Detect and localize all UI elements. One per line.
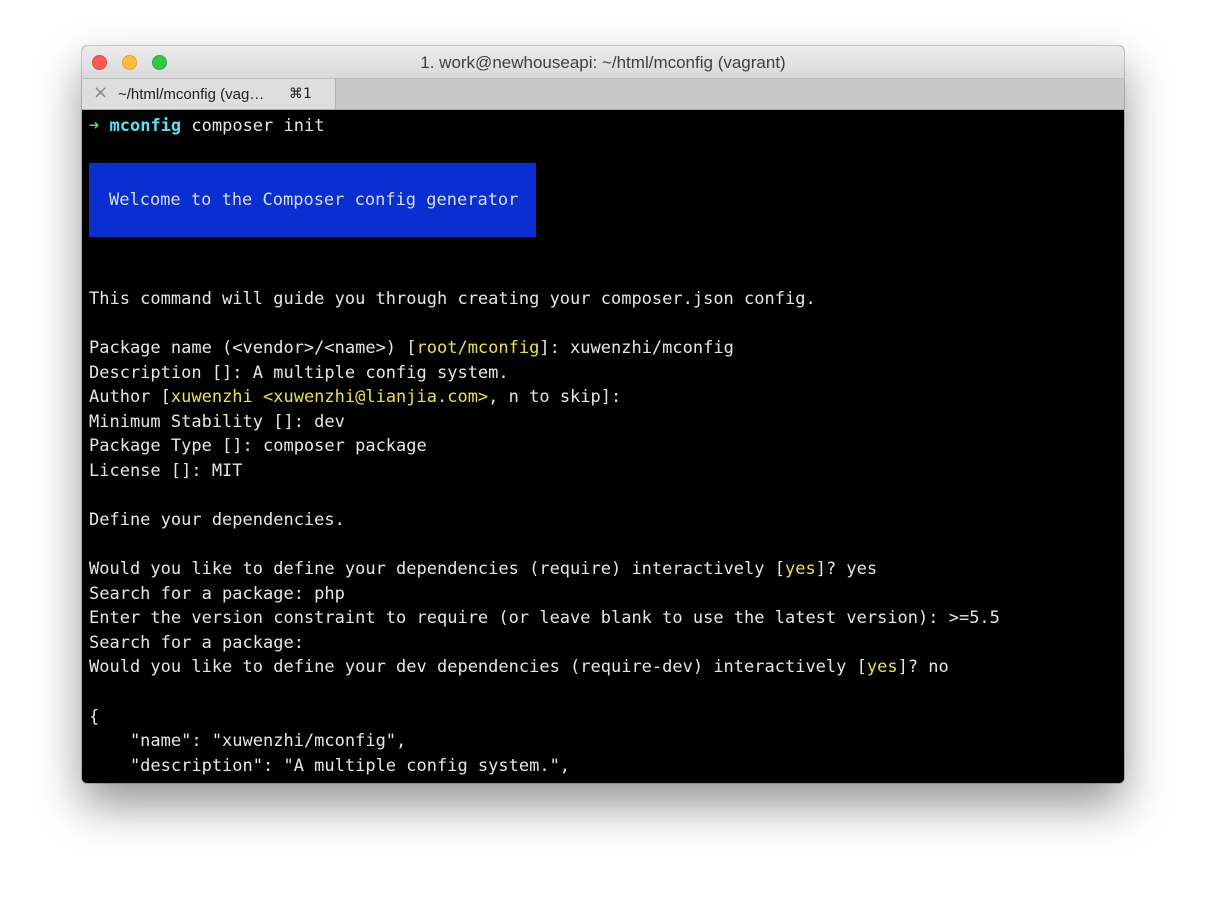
intro-line: This command will guide you through crea… [89, 289, 816, 309]
welcome-banner: Welcome to the Composer config generator [89, 163, 536, 237]
require-line: Would you like to define your dependenci… [89, 557, 877, 581]
prompt-directory: mconfig [109, 116, 182, 136]
require-prefix: Would you like to define your dependenci… [89, 559, 785, 579]
prompt-arrow-icon: ➜ [89, 116, 100, 136]
welcome-banner-text: Welcome to the Composer config generator [109, 190, 519, 210]
json-name-line: "name": "xuwenzhi/mconfig", [89, 731, 407, 751]
tab-shortcut: ⌘1 [289, 86, 312, 102]
window-title: 1. work@newhouseapi: ~/html/mconfig (vag… [420, 53, 786, 72]
package-type-line: Package Type []: composer package [89, 436, 427, 456]
search-package-line-2: Search for a package: [89, 633, 304, 653]
require-answer: ]? yes [815, 559, 878, 579]
json-description-line: "description": "A multiple config system… [89, 756, 571, 776]
prompt-line: ➜ mconfig composer init [89, 114, 324, 138]
tab-bar: × ~/html/mconfig (vag… ⌘1 [82, 79, 1124, 110]
require-dev-line: Would you like to define your dev depend… [89, 655, 949, 679]
tab-mconfig[interactable]: × ~/html/mconfig (vag… ⌘1 [82, 79, 336, 109]
description-line: Description []: A multiple config system… [89, 363, 509, 383]
author-line: Author [xuwenzhi <xuwenzhi@lianjia.com>,… [89, 385, 621, 409]
require-dev-prefix: Would you like to define your dev depend… [89, 657, 867, 677]
package-name-default: root/mconfig [416, 338, 540, 358]
terminal-output[interactable]: ➜ mconfig composer init Welcome to the C… [82, 110, 1124, 783]
json-open-brace: { [89, 707, 100, 727]
stability-line: Minimum Stability []: dev [89, 412, 345, 432]
version-constraint-line: Enter the version constraint to require … [89, 608, 1000, 628]
author-default: xuwenzhi <xuwenzhi@lianjia.com> [170, 387, 489, 407]
define-deps-line: Define your dependencies. [89, 510, 345, 530]
author-prefix: Author [ [89, 387, 171, 407]
search-package-line-1: Search for a package: php [89, 584, 345, 604]
tab-close-icon[interactable]: × [93, 83, 108, 103]
prompt-command: composer init [181, 116, 325, 136]
require-dev-answer: ]? no [897, 657, 949, 677]
license-line: License []: MIT [89, 461, 243, 481]
require-dev-default: yes [866, 657, 898, 677]
terminal-window: 1. work@newhouseapi: ~/html/mconfig (vag… [82, 46, 1124, 783]
require-default: yes [784, 559, 816, 579]
package-name-prefix: Package name (<vendor>/<name>) [ [89, 338, 417, 358]
package-name-answer: ]: xuwenzhi/mconfig [539, 338, 734, 358]
title-bar[interactable]: 1. work@newhouseapi: ~/html/mconfig (vag… [82, 46, 1124, 79]
tab-label: ~/html/mconfig (vag… [118, 86, 265, 103]
author-suffix: , n to skip]: [488, 387, 622, 407]
package-name-line: Package name (<vendor>/<name>) [root/mco… [89, 336, 734, 360]
